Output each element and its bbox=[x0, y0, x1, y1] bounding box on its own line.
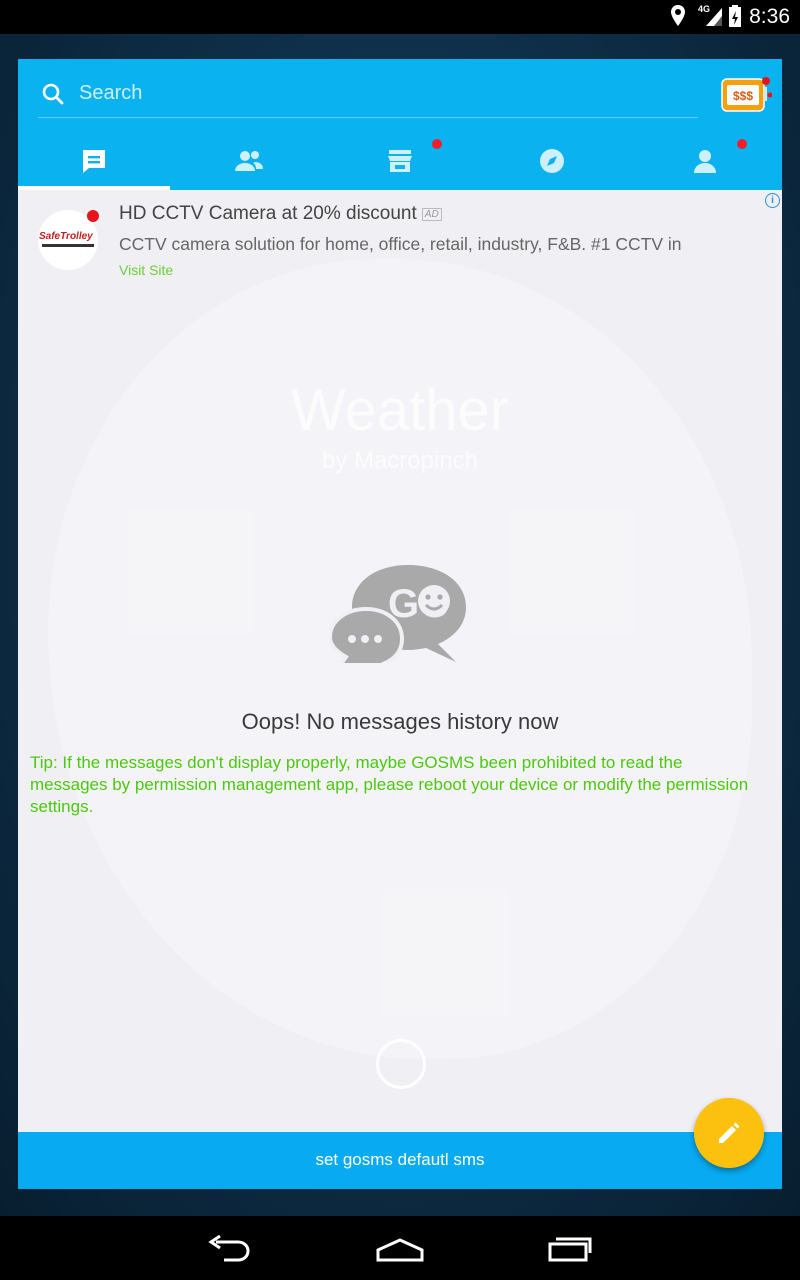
home-icon[interactable] bbox=[374, 1234, 426, 1264]
tab-contacts[interactable] bbox=[171, 137, 324, 190]
search-placeholder: Search bbox=[79, 82, 143, 104]
tab-me[interactable] bbox=[629, 137, 782, 190]
ad-badge: AD bbox=[421, 208, 442, 221]
tab-store[interactable] bbox=[324, 137, 477, 190]
ad-banner[interactable]: SafeTrolley HD CCTV Camera at 20% discou… bbox=[18, 190, 782, 290]
loading-ring bbox=[376, 1039, 426, 1089]
compass-icon bbox=[540, 149, 565, 173]
tab-discover[interactable] bbox=[476, 137, 629, 190]
ad-visit-site-link[interactable]: Visit Site bbox=[119, 262, 173, 278]
top-bar: Search $$$ bbox=[18, 59, 782, 190]
ad-logo-text: SafeTrolley bbox=[39, 231, 93, 242]
permission-tip: Tip: If the messages don't display prope… bbox=[30, 753, 749, 816]
tab-messages[interactable] bbox=[18, 137, 171, 190]
contacts-icon bbox=[234, 151, 263, 171]
store-badge bbox=[431, 139, 442, 149]
unread-dot bbox=[87, 210, 99, 222]
go-sms-logo-icon: GO bbox=[330, 565, 466, 663]
empty-state-message: Oops! No messages history now bbox=[241, 709, 559, 734]
tab-bar bbox=[18, 137, 782, 190]
ad-description: CCTV camera solution for home, office, r… bbox=[119, 234, 682, 254]
slot-machine-icon: $$$ bbox=[721, 77, 773, 112]
ad-info-icon[interactable]: i bbox=[765, 193, 780, 208]
svg-text:$$$: $$$ bbox=[733, 89, 753, 103]
compose-button[interactable] bbox=[694, 1098, 764, 1168]
ad-title: HD CCTV Camera at 20% discount AD bbox=[119, 203, 442, 225]
status-bar: 4G 8:36 bbox=[0, 0, 800, 34]
profile-icon bbox=[694, 150, 717, 173]
profile-badge bbox=[737, 139, 748, 149]
location-icon bbox=[671, 5, 685, 26]
battery-icon bbox=[729, 5, 741, 27]
ad-title-text: HD CCTV Camera at 20% discount bbox=[119, 203, 417, 224]
back-icon[interactable] bbox=[206, 1234, 254, 1264]
watermark-title: Weather bbox=[290, 378, 510, 443]
search-bar[interactable]: Search bbox=[38, 71, 698, 118]
set-default-sms-label: set gosms defautl sms bbox=[315, 1150, 485, 1169]
store-icon bbox=[387, 150, 412, 172]
clock: 8:36 bbox=[749, 5, 790, 28]
recents-icon[interactable] bbox=[546, 1234, 596, 1264]
navigation-bar bbox=[0, 1216, 800, 1280]
signal-icon bbox=[706, 8, 722, 26]
set-default-sms-button[interactable]: set gosms defautl sms bbox=[18, 1132, 782, 1189]
slot-machine-button[interactable]: $$$ bbox=[720, 73, 773, 112]
message-icon bbox=[83, 150, 105, 173]
gosms-app: Search $$$ Weather by Macropinch SafeTro… bbox=[18, 59, 782, 1189]
pencil-icon bbox=[719, 1122, 740, 1143]
watermark-subtitle: by Macropinch bbox=[321, 447, 479, 474]
ad-logo-underline bbox=[42, 244, 94, 247]
search-icon bbox=[42, 83, 64, 105]
